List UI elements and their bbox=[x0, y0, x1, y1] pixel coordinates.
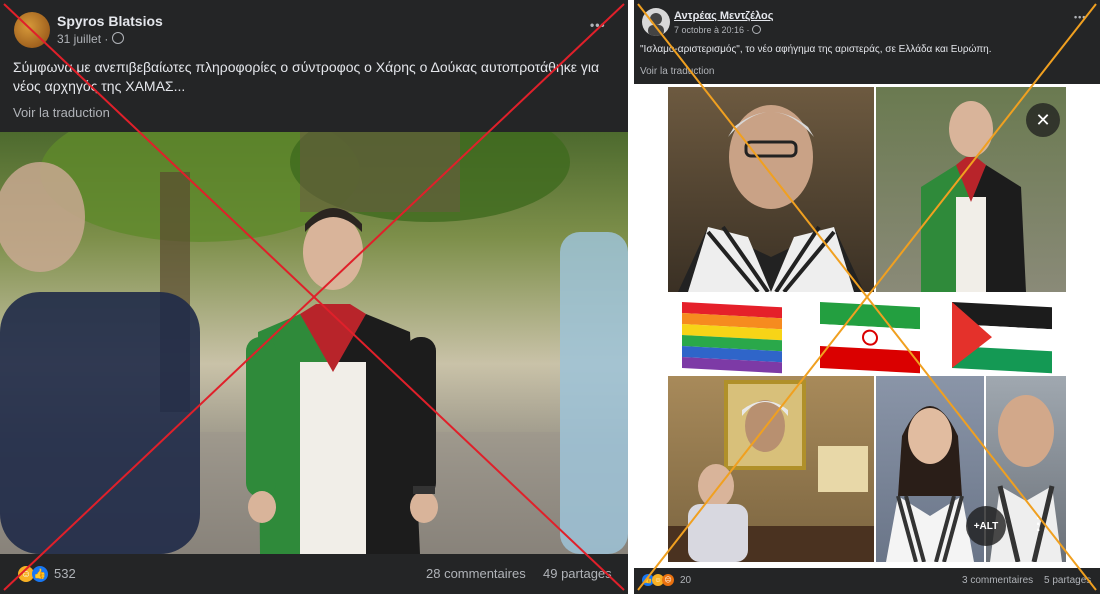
author-avatar[interactable] bbox=[642, 8, 670, 36]
more-options-icon[interactable]: ••• bbox=[1074, 12, 1086, 22]
right-post-footer: 👍 ☺ ☹ 20 3 commentaires 5 partages bbox=[634, 568, 1100, 594]
post-date[interactable]: 31 juillet · bbox=[57, 32, 124, 46]
photo-tile[interactable] bbox=[668, 87, 874, 292]
image-collage[interactable]: ✕ +ALT · · · bbox=[634, 84, 1100, 566]
left-post-header: Spyros Blatsios 31 juillet · ••• Σύμφωνα… bbox=[0, 0, 628, 132]
palestine-flag-icon bbox=[952, 302, 1052, 374]
right-post-header: Αντρέας Μεντζέλος 7 octobre à 20:16 · ••… bbox=[634, 0, 1100, 84]
globe-icon bbox=[752, 25, 762, 34]
reaction-count[interactable]: 20 bbox=[680, 575, 691, 586]
see-translation-link[interactable]: Voir la traduction bbox=[13, 105, 110, 120]
author-avatar[interactable] bbox=[14, 12, 50, 48]
post-date[interactable]: 7 octobre à 20:16 · bbox=[674, 25, 762, 35]
see-translation-link[interactable]: Voir la traduction bbox=[640, 66, 715, 77]
post-photo[interactable] bbox=[0, 132, 628, 554]
post-text: "Ισλαμο-αριστερισμός", το νέο αφήγημα τη… bbox=[640, 44, 992, 55]
right-post: Αντρέας Μεντζέλος 7 octobre à 20:16 · ••… bbox=[634, 0, 1100, 594]
more-options-icon[interactable]: ••• bbox=[590, 18, 606, 32]
reaction-count[interactable]: 532 bbox=[54, 566, 76, 581]
photo-scene bbox=[0, 132, 628, 554]
author-name[interactable]: Αντρέας Μεντζέλος bbox=[674, 10, 773, 22]
left-post-footer: ☺ 👍 532 28 commentaires 49 partages bbox=[0, 554, 628, 594]
comments-count[interactable]: 3 commentaires bbox=[962, 575, 1033, 586]
globe-icon bbox=[111, 32, 124, 44]
photo-tile[interactable]: ✕ bbox=[876, 87, 1066, 292]
shares-count[interactable]: 5 partages bbox=[1044, 575, 1091, 586]
iran-flag-icon bbox=[820, 302, 920, 374]
author-name[interactable]: Spyros Blatsios bbox=[57, 13, 163, 29]
comments-count[interactable]: 28 commentaires bbox=[426, 566, 526, 581]
left-post: Spyros Blatsios 31 juillet · ••• Σύμφωνα… bbox=[0, 0, 628, 594]
shares-count[interactable]: 49 partages bbox=[543, 566, 612, 581]
post-text: Σύμφωνα με ανεπιβεβαίωτες πληροφορίες ο … bbox=[13, 59, 600, 94]
rainbow-flag-icon bbox=[682, 302, 782, 374]
more-vertical-icon[interactable]: · · · bbox=[1036, 511, 1041, 539]
photo-tile[interactable] bbox=[668, 376, 874, 562]
flags-row bbox=[682, 302, 1052, 374]
like-reaction-icon: 👍 bbox=[32, 566, 48, 582]
alt-text-button[interactable]: +ALT bbox=[966, 506, 1006, 546]
angry-reaction-icon: ☹ bbox=[662, 574, 674, 586]
close-icon[interactable]: ✕ bbox=[1026, 103, 1060, 137]
